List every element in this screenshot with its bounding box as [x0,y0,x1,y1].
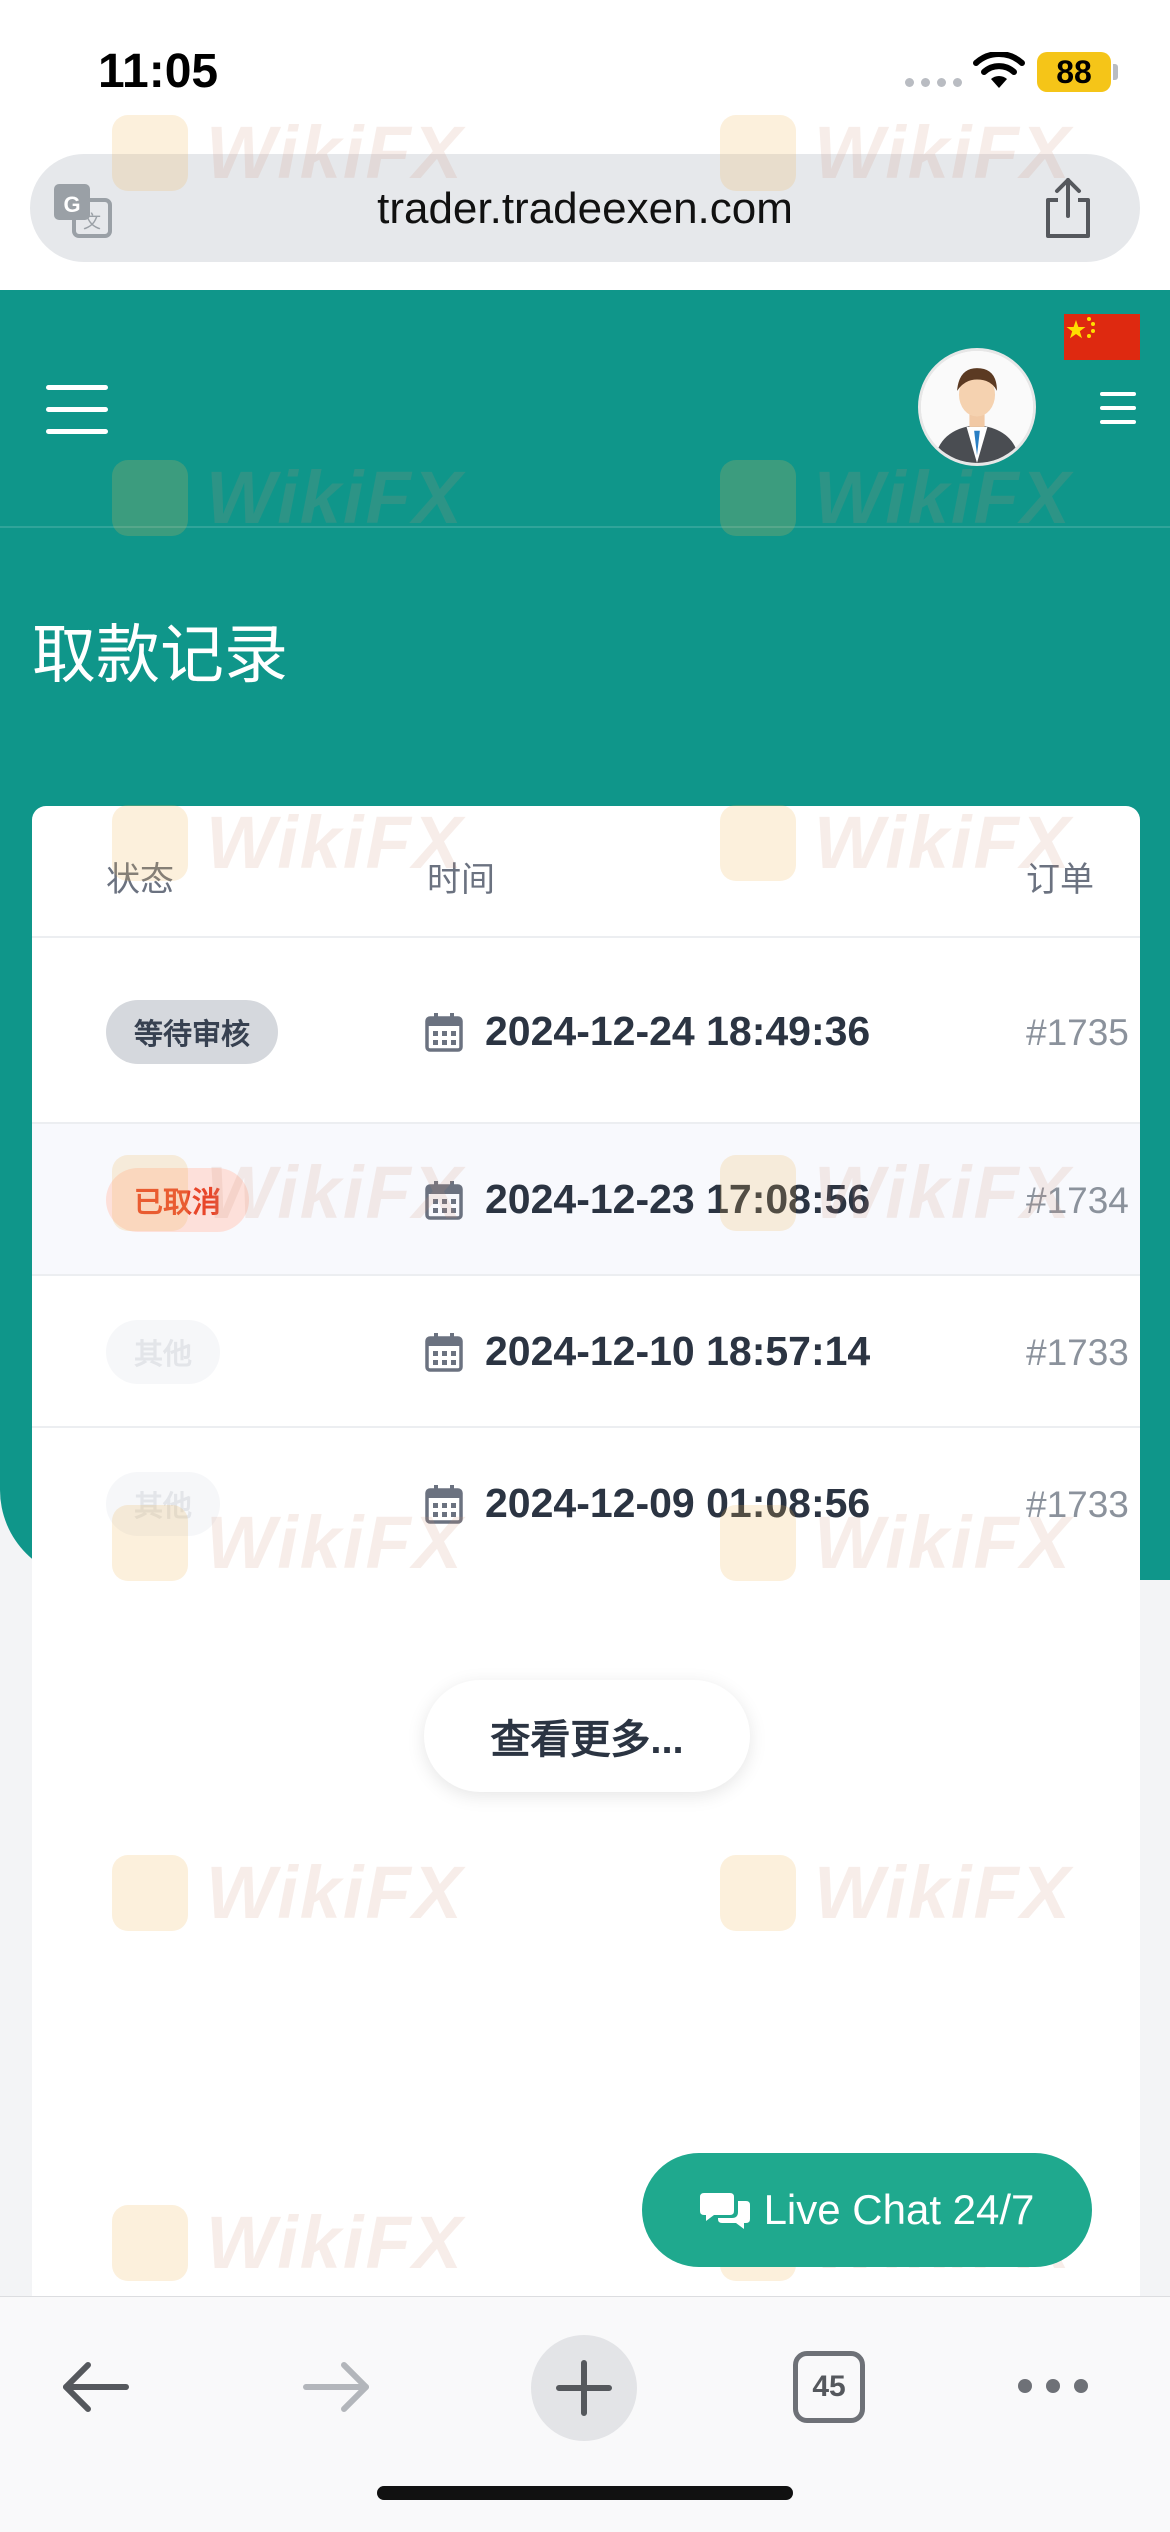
home-indicator [377,2486,793,2500]
more-options-icon[interactable] [1018,2379,1088,2393]
live-chat-button[interactable]: Live Chat 24/7 [642,2153,1092,2267]
table-row[interactable]: 已取消 2024-12-23 17:08:56 #1734 [32,1124,1140,1276]
wifi-icon [973,52,1025,88]
battery-cap [1113,64,1118,80]
status-badge: 其他 [106,1320,221,1384]
browser-address-area: G 文 trader.tradeexen.com [0,140,1170,290]
new-tab-button[interactable] [531,2335,637,2441]
withdrawal-records-card: 状态 时间 订单 等待审核 2024-12-24 18:49:36 #1735 … [32,806,1140,2296]
calendar-icon [425,1333,463,1372]
status-badge: 等待审核 [106,1000,279,1064]
hamburger-menu-icon[interactable] [46,385,108,435]
live-chat-label: Live Chat 24/7 [763,2186,1035,2233]
url-text[interactable]: trader.tradeexen.com [30,184,1140,234]
header-divider [0,526,1170,528]
row-datetime: 2024-12-10 18:57:14 [485,1328,871,1374]
chat-bubbles-icon [699,2193,750,2229]
status-badge: 其他 [106,1472,221,1536]
row-order-id[interactable]: #1735 [1026,1012,1129,1054]
load-more-button[interactable]: 查看更多... [424,1680,750,1792]
more-menu-icon[interactable] [1100,392,1136,424]
tab-switcher-button[interactable]: 45 [793,2351,865,2423]
china-flag-icon[interactable] [1064,314,1140,360]
back-arrow-icon[interactable] [58,2359,130,2415]
row-order-id[interactable]: #1733 [1026,1484,1129,1526]
forward-arrow-icon[interactable] [302,2359,374,2415]
column-header-status: 状态 [106,861,174,899]
row-order-id[interactable]: #1733 [1026,1332,1129,1374]
cellular-signal-icon [905,78,962,87]
row-datetime: 2024-12-24 18:49:36 [485,1008,871,1054]
address-bar[interactable]: G 文 trader.tradeexen.com [30,154,1140,262]
battery-indicator: 88 [1037,52,1111,92]
status-bar: 11:05 88 [0,0,1170,140]
table-header: 状态 时间 订单 [32,806,1140,938]
table-row[interactable]: 其他 2024-12-09 01:08:56 #1733 [32,1428,1140,1578]
table-row[interactable]: 其他 2024-12-10 18:57:14 #1733 [32,1276,1140,1428]
column-header-order: 订单 [1026,861,1094,899]
calendar-icon [425,1013,463,1052]
calendar-icon [425,1485,463,1524]
plus-icon [556,2360,612,2416]
share-icon[interactable] [1040,176,1096,240]
calendar-icon [425,1181,463,1220]
row-datetime: 2024-12-23 17:08:56 [485,1176,871,1222]
status-badge: 已取消 [106,1168,250,1232]
table-row[interactable]: 等待审核 2024-12-24 18:49:36 #1735 [32,940,1140,1124]
page-title: 取款记录 [32,619,288,691]
column-header-time: 时间 [427,861,495,899]
avatar-person-icon [921,351,1033,463]
user-avatar[interactable] [918,348,1036,466]
row-order-id[interactable]: #1734 [1026,1180,1129,1222]
row-datetime: 2024-12-09 01:08:56 [485,1480,871,1526]
status-time: 11:05 [98,45,219,98]
